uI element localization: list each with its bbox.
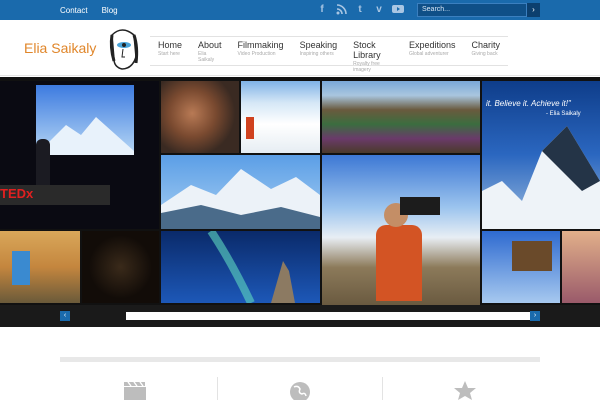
- youtube-icon[interactable]: [392, 4, 404, 16]
- menu-item-subtitle: Global adventurer: [408, 51, 449, 57]
- menu-item-title: About: [198, 40, 222, 50]
- globe-icon: [288, 380, 312, 402]
- feature-separator: [217, 377, 218, 400]
- gallery-photo-aurora[interactable]: [161, 231, 320, 303]
- twitter-icon[interactable]: t: [354, 4, 366, 16]
- menu-item-title: Charity: [471, 40, 500, 50]
- gallery-photo-crowd[interactable]: [322, 81, 480, 153]
- facebook-icon[interactable]: f: [316, 4, 328, 16]
- menu-item-title: Expeditions: [408, 40, 456, 50]
- blog-link[interactable]: Blog: [102, 6, 118, 15]
- gallery-photo-boy[interactable]: [161, 81, 239, 153]
- contact-link[interactable]: Contact: [60, 6, 88, 15]
- film-clapper-icon: [123, 380, 147, 400]
- gallery-photo-quote-mountain[interactable]: it. Believe it. Achieve it!" - Elia Saik…: [482, 81, 600, 229]
- menu-item-charity[interactable]: Charity Giving back: [463, 37, 508, 65]
- menu-item-title: Home: [158, 40, 183, 50]
- menu-item-subtitle: Start here: [158, 51, 180, 57]
- menu-item-filmmaking[interactable]: Filmmaking Video Production: [230, 37, 292, 65]
- top-bar: Contact Blog f t v Search... ›: [0, 0, 600, 20]
- search-input[interactable]: Search...: [417, 3, 527, 17]
- menu-item-about[interactable]: About Elia Saikaly: [190, 37, 230, 65]
- menu-item-title: Stock Library: [353, 40, 381, 60]
- gallery-photo-night[interactable]: [82, 231, 159, 303]
- photo-gallery: TEDx it. Believe it. Achieve it!" - Elia…: [0, 77, 600, 327]
- site-header: Elia Saikaly Home Start here About Elia …: [0, 20, 600, 76]
- menu-item-subtitle: Giving back: [471, 51, 498, 57]
- gallery-photo-snow-climber[interactable]: [241, 81, 320, 153]
- menu-item-title: Filmmaking: [237, 40, 284, 50]
- menu-item-subtitle: Royalty free imagery: [353, 61, 380, 73]
- rss-icon[interactable]: [335, 4, 347, 16]
- feature-separator: [382, 377, 383, 400]
- gallery-photo-speaker[interactable]: TEDx: [0, 81, 159, 229]
- gallery-photo-himalaya[interactable]: [161, 155, 320, 229]
- menu-item-subtitle: Elia Saikaly: [198, 51, 215, 63]
- social-icons: f t v: [316, 2, 404, 18]
- gallery-scrollbar[interactable]: ‹ ›: [60, 311, 540, 321]
- section-divider: [60, 357, 540, 362]
- menu-item-title: Speaking: [299, 40, 338, 50]
- site-logo-text[interactable]: Elia Saikaly: [24, 40, 96, 56]
- menu-item-subtitle: Video Production: [237, 51, 276, 57]
- menu-item-subtitle: Inspiring others: [299, 51, 334, 57]
- logo-face-icon[interactable]: [108, 27, 140, 71]
- gallery-scroll-track[interactable]: [126, 312, 530, 320]
- tedx-logo-text: TEDx: [0, 186, 34, 201]
- vimeo-icon[interactable]: v: [373, 4, 385, 16]
- gallery-photo-child[interactable]: [562, 231, 600, 303]
- top-nav: Contact Blog: [60, 0, 118, 20]
- quote-author: - Elia Saikaly: [546, 111, 581, 117]
- star-icon: [453, 380, 477, 400]
- gallery-photo-boatman[interactable]: [0, 231, 80, 303]
- gallery-next-button[interactable]: ›: [530, 311, 540, 321]
- quote-text: it. Believe it. Achieve it!": [486, 99, 571, 108]
- gallery-photo-summit-sign[interactable]: [482, 231, 560, 303]
- gallery-photo-cameraman[interactable]: [322, 155, 480, 305]
- gallery-prev-button[interactable]: ‹: [60, 311, 70, 321]
- main-menu: Home Start here About Elia Saikaly Filmm…: [150, 36, 508, 73]
- search-button[interactable]: ›: [527, 3, 540, 17]
- menu-item-speaking[interactable]: Speaking Inspiring others: [292, 37, 346, 65]
- menu-item-home[interactable]: Home Start here: [150, 37, 190, 65]
- menu-item-stock-library[interactable]: Stock Library Royalty free imagery: [345, 37, 401, 73]
- menu-item-expeditions[interactable]: Expeditions Global adventurer: [401, 37, 464, 65]
